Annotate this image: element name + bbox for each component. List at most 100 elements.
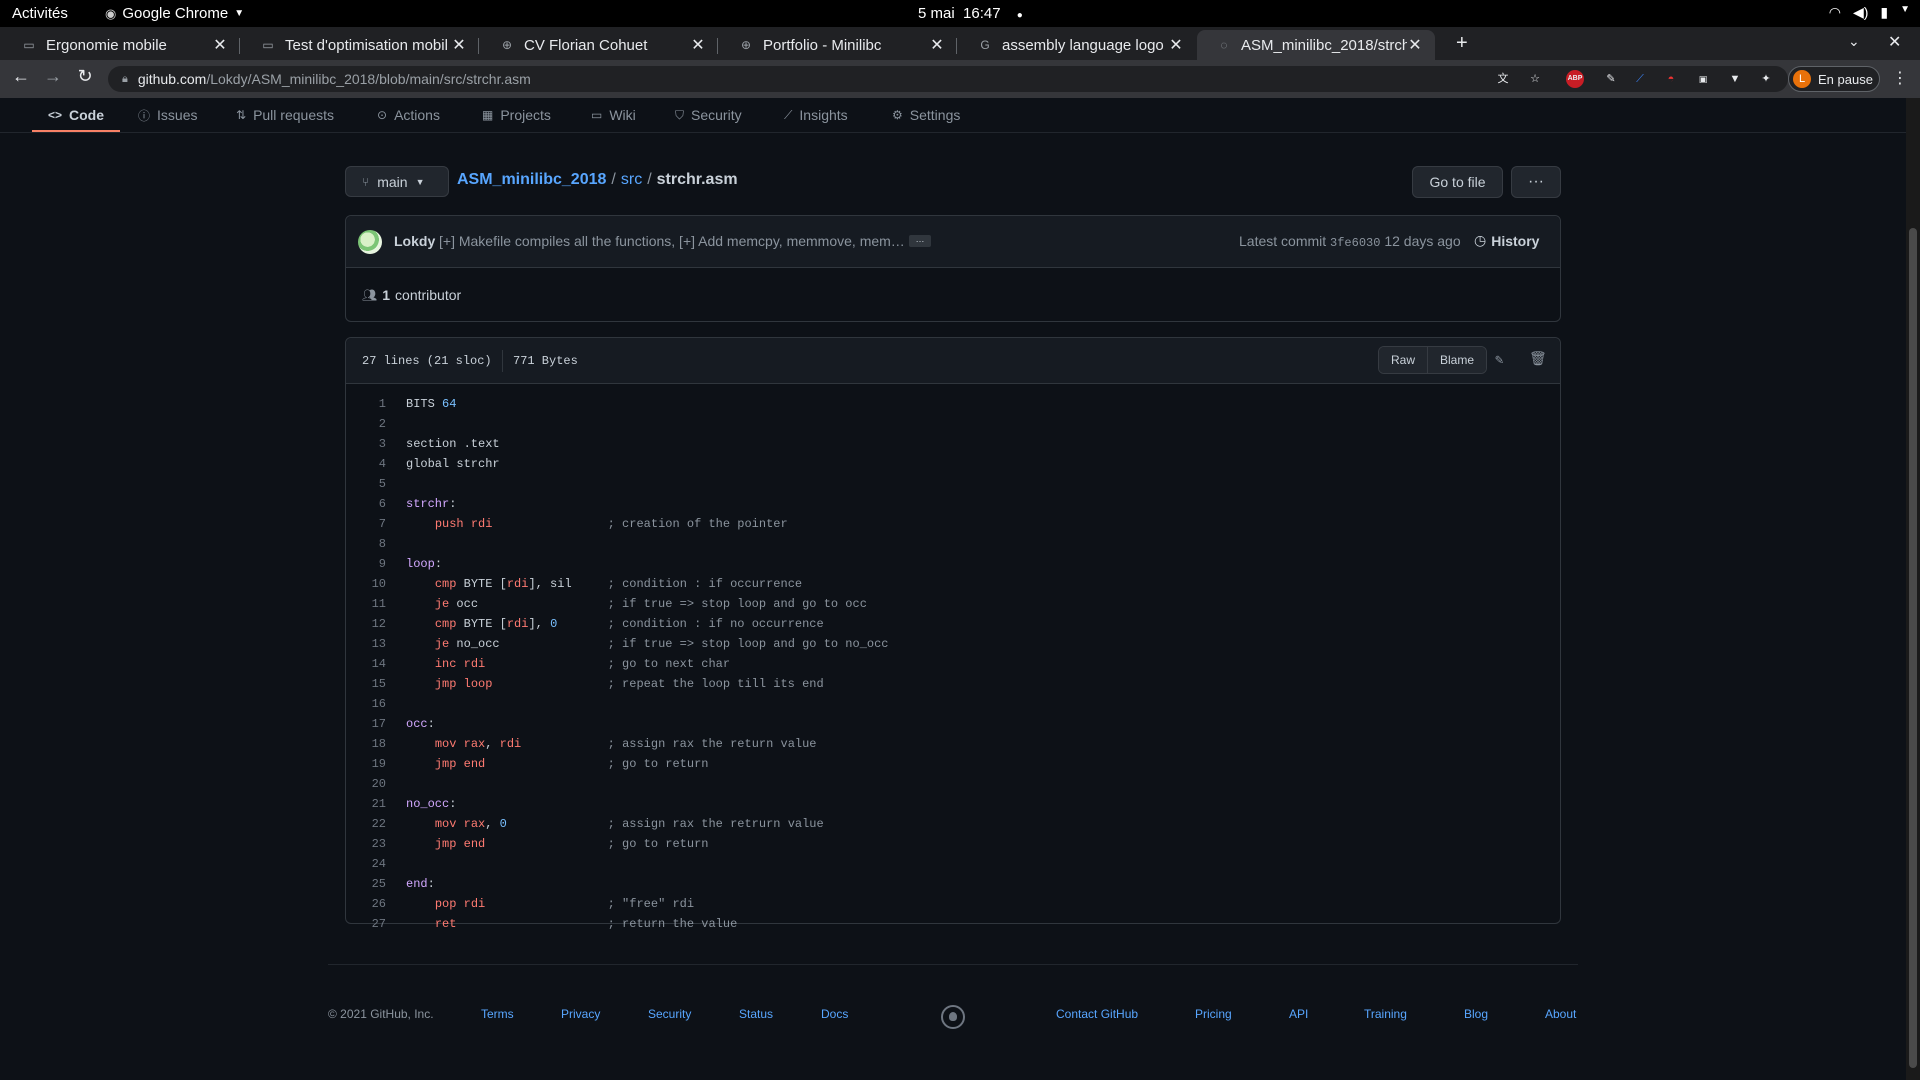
forward-icon[interactable]: → [40, 66, 66, 87]
page-scrollbar[interactable] [1906, 98, 1920, 1080]
footer-link-privacy[interactable]: Privacy [561, 1007, 600, 1021]
app-menu[interactable]: ◉ Google Chrome ▼ [105, 5, 244, 22]
browser-tab[interactable]: ▭ Ergonomie mobile ✕ [2, 30, 240, 60]
breadcrumb-dir-link[interactable]: src [621, 171, 642, 188]
browser-tab[interactable]: ⊕ CV Florian Cohuet ✕ [480, 30, 718, 60]
branch-selector[interactable]: ⑂ main ▼ [345, 166, 449, 197]
avatar[interactable] [358, 230, 382, 254]
browser-tab[interactable]: Gassembly language logo p ✕ [958, 30, 1196, 60]
blame-button[interactable]: Blame [1427, 347, 1487, 373]
back-icon[interactable]: ← [8, 66, 34, 87]
line-number[interactable]: 19 [346, 754, 386, 774]
line-number[interactable]: 15 [346, 674, 386, 694]
footer-link-pricing[interactable]: Pricing [1195, 1007, 1232, 1021]
line-number[interactable]: 11 [346, 594, 386, 614]
footer-link-api[interactable]: API [1289, 1007, 1308, 1021]
footer-link-blog[interactable]: Blog [1464, 1007, 1488, 1021]
footer-link-terms[interactable]: Terms [481, 1007, 514, 1021]
github-logo-icon[interactable] [941, 1005, 965, 1029]
footer-link-status[interactable]: Status [739, 1007, 773, 1021]
breadcrumb-repo-link[interactable]: ASM_minilibc_2018 [457, 171, 606, 188]
footer-link-security[interactable]: Security [648, 1007, 691, 1021]
tab-close-icon[interactable]: ✕ [929, 35, 945, 55]
pencil-icon[interactable]: ✎ [1495, 352, 1503, 369]
tab-close-icon[interactable]: ✕ [1407, 35, 1423, 55]
line-number[interactable]: 8 [346, 534, 386, 554]
line-number[interactable]: 14 [346, 654, 386, 674]
raw-button[interactable]: Raw [1379, 347, 1428, 373]
line-number[interactable]: 10 [346, 574, 386, 594]
scrollbar-thumb[interactable] [1909, 228, 1917, 1068]
pokeball-icon[interactable]: ◓ [1662, 70, 1680, 88]
translate-icon[interactable]: 文 [1494, 70, 1512, 88]
footer-link-training[interactable]: Training [1364, 1007, 1407, 1021]
tab-security[interactable]: ⛉ Security [675, 100, 742, 130]
line-number[interactable]: 9 [346, 554, 386, 574]
tab-settings[interactable]: ⚙ Settings [892, 100, 960, 130]
activities-button[interactable]: Activités [12, 5, 68, 22]
extension-pen-icon[interactable]: ✎ [1602, 70, 1620, 88]
commit-author[interactable]: Lokdy [394, 233, 435, 249]
window-close-icon[interactable]: ✕ [1888, 32, 1901, 52]
more-options-icon[interactable]: ··· [1511, 166, 1561, 198]
line-number[interactable]: 13 [346, 634, 386, 654]
new-tab-button[interactable]: + [1456, 32, 1468, 55]
tab-close-icon[interactable]: ✕ [1168, 35, 1184, 55]
tab-pull-requests[interactable]: ⇅ Pull requests [236, 100, 334, 130]
commit-sha[interactable]: 3fe6030 [1330, 236, 1380, 250]
bookmark-star-icon[interactable]: ☆ [1526, 70, 1544, 88]
line-number[interactable]: 16 [346, 694, 386, 714]
expand-commit-message-button[interactable]: … [909, 235, 931, 247]
line-number[interactable]: 22 [346, 814, 386, 834]
line-number[interactable]: 27 [346, 914, 386, 934]
line-number[interactable]: 3 [346, 434, 386, 454]
vue-devtools-icon[interactable]: ▼ [1726, 70, 1744, 88]
tab-issues[interactable]: ⓘ Issues [138, 100, 197, 130]
system-tray[interactable]: ◠ ◀) ▮ ▼ [1829, 4, 1910, 21]
tab-close-icon[interactable]: ✕ [690, 35, 706, 55]
tab-search-icon[interactable]: ⌄ [1848, 33, 1860, 50]
extension-image-icon[interactable]: ▣ [1694, 70, 1712, 88]
line-number[interactable]: 20 [346, 774, 386, 794]
extension-feather-icon[interactable]: ⟋ [1631, 70, 1649, 88]
tab-code[interactable]: <> Code [48, 100, 104, 130]
line-number[interactable]: 12 [346, 614, 386, 634]
line-number[interactable]: 1 [346, 394, 386, 414]
footer-link-about[interactable]: About [1545, 1007, 1576, 1021]
line-number[interactable]: 21 [346, 794, 386, 814]
trash-icon[interactable]: 🗑︎ [1529, 351, 1547, 368]
extensions-puzzle-icon[interactable]: ✦ [1757, 70, 1775, 88]
line-number[interactable]: 7 [346, 514, 386, 534]
tab-close-icon[interactable]: ✕ [451, 35, 467, 55]
tab-wiki[interactable]: ▭ Wiki [591, 100, 636, 130]
line-number[interactable]: 23 [346, 834, 386, 854]
go-to-file-button[interactable]: Go to file [1412, 166, 1503, 198]
browser-tab[interactable]: ▭ Test d'optimisation mobil ✕ [241, 30, 479, 60]
browser-tab[interactable]: ⊕ Portfolio - Minilibc ✕ [719, 30, 957, 60]
line-number[interactable]: 17 [346, 714, 386, 734]
tab-actions[interactable]: ⊙ Actions [377, 100, 440, 130]
commit-message[interactable]: [+] Makefile compiles all the functions,… [439, 233, 905, 249]
line-number[interactable]: 26 [346, 894, 386, 914]
line-number[interactable]: 4 [346, 454, 386, 474]
clock[interactable]: 5 mai 16:47 ● [918, 5, 1023, 22]
line-number[interactable]: 5 [346, 474, 386, 494]
adblock-icon[interactable]: ABP [1566, 70, 1584, 88]
footer-link-docs[interactable]: Docs [821, 1007, 848, 1021]
contributors[interactable]: 👥︎ 1 contributor [362, 287, 461, 303]
tab-projects[interactable]: ▦ Projects [482, 100, 551, 130]
history-button[interactable]: ◷ History [1474, 232, 1539, 249]
tab-close-icon[interactable]: ✕ [212, 35, 228, 55]
profile-button[interactable]: L En pause [1788, 66, 1880, 92]
line-number[interactable]: 2 [346, 414, 386, 434]
kebab-menu-icon[interactable]: ⋮ [1892, 68, 1908, 88]
browser-tab[interactable]: ◌ ASM_minilibc_2018/strchr ✕ [1197, 30, 1435, 60]
line-number[interactable]: 18 [346, 734, 386, 754]
tab-insights[interactable]: ⟋ Insights [784, 100, 848, 130]
line-number[interactable]: 24 [346, 854, 386, 874]
footer-link-contact[interactable]: Contact GitHub [1056, 1007, 1138, 1021]
line-number[interactable]: 25 [346, 874, 386, 894]
reload-icon[interactable]: ↻ [72, 66, 98, 87]
line-number[interactable]: 6 [346, 494, 386, 514]
